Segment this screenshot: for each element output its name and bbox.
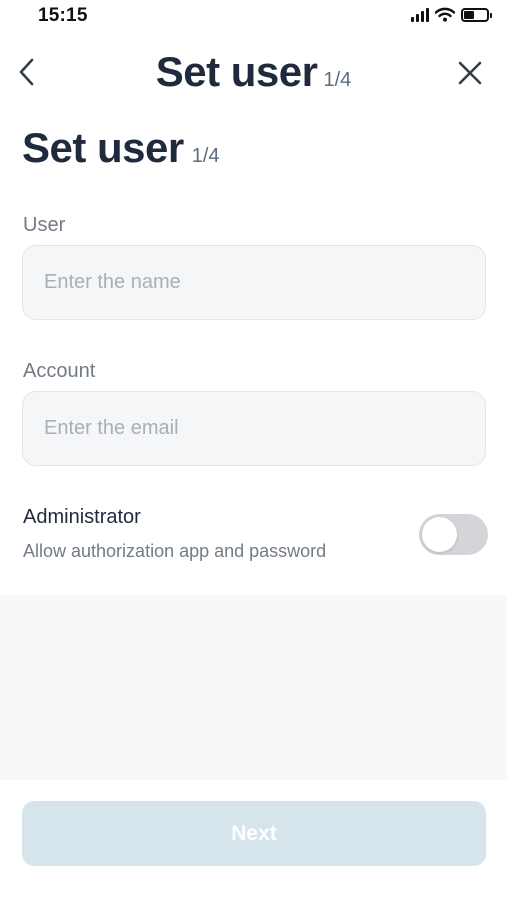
page-heading: Set user 1/4: [22, 124, 220, 172]
nav-title-group: Set user 1/4: [0, 48, 507, 96]
page-step-indicator: 1/4: [191, 145, 220, 167]
administrator-description: Allow authorization app and password: [23, 541, 327, 561]
page-title: Set user: [22, 124, 184, 171]
set-user-screen: 15:15 Set user 1/4 Set user 1/4 User Ent…: [0, 0, 507, 900]
signal-icon: [411, 7, 429, 22]
close-icon[interactable]: [455, 58, 485, 88]
next-button[interactable]: Next: [22, 801, 486, 866]
administrator-toggle[interactable]: [419, 514, 488, 555]
nav-title: Set user: [155, 48, 318, 95]
status-icons: [411, 7, 492, 22]
user-label: User: [23, 214, 66, 236]
account-email-input[interactable]: [22, 391, 486, 466]
administrator-label: Administrator: [23, 506, 141, 528]
nav-step-indicator: 1/4: [323, 69, 352, 91]
empty-content-area: [0, 595, 507, 780]
toggle-knob: [422, 517, 457, 552]
nav-bar: Set user 1/4: [0, 44, 507, 104]
battery-icon: [461, 7, 492, 22]
user-name-input[interactable]: [22, 245, 486, 320]
account-label: Account: [23, 360, 96, 382]
status-bar: 15:15: [0, 0, 507, 34]
wifi-icon: [435, 7, 455, 22]
battery-level: [464, 10, 474, 19]
status-time: 15:15: [38, 5, 88, 26]
